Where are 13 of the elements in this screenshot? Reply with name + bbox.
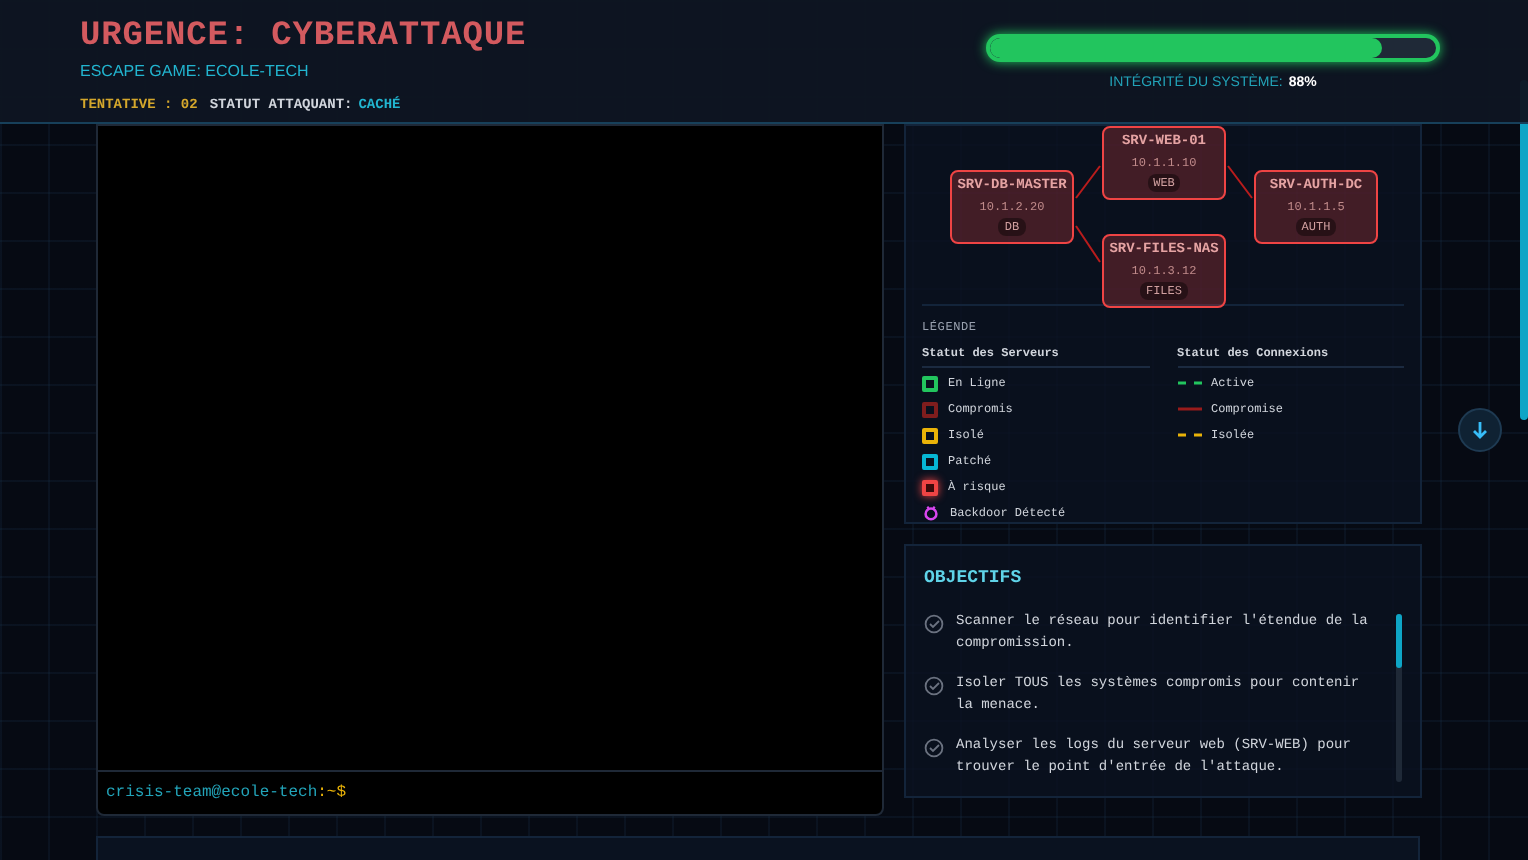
scroll-down-button[interactable]: [1458, 408, 1502, 452]
check-circle-icon: [924, 737, 944, 757]
page-subtitle: ESCAPE GAME: ECOLE-TECH: [80, 60, 311, 84]
down-arrow-icon: [1470, 420, 1490, 440]
page-title: URGENCE: CYBERATTAQUE: [80, 18, 527, 58]
scrollbar[interactable]: [1396, 614, 1402, 782]
connection-line: [1227, 165, 1253, 199]
check-circle-icon: [924, 675, 944, 695]
connection-line: [1075, 165, 1101, 199]
objectives-title: OBJECTIFS: [924, 566, 1024, 592]
terminal-prompt[interactable]: crisis-team@ecole-tech:~$: [98, 770, 882, 814]
check-circle-icon: [924, 613, 944, 633]
connection-line: [1075, 225, 1101, 263]
